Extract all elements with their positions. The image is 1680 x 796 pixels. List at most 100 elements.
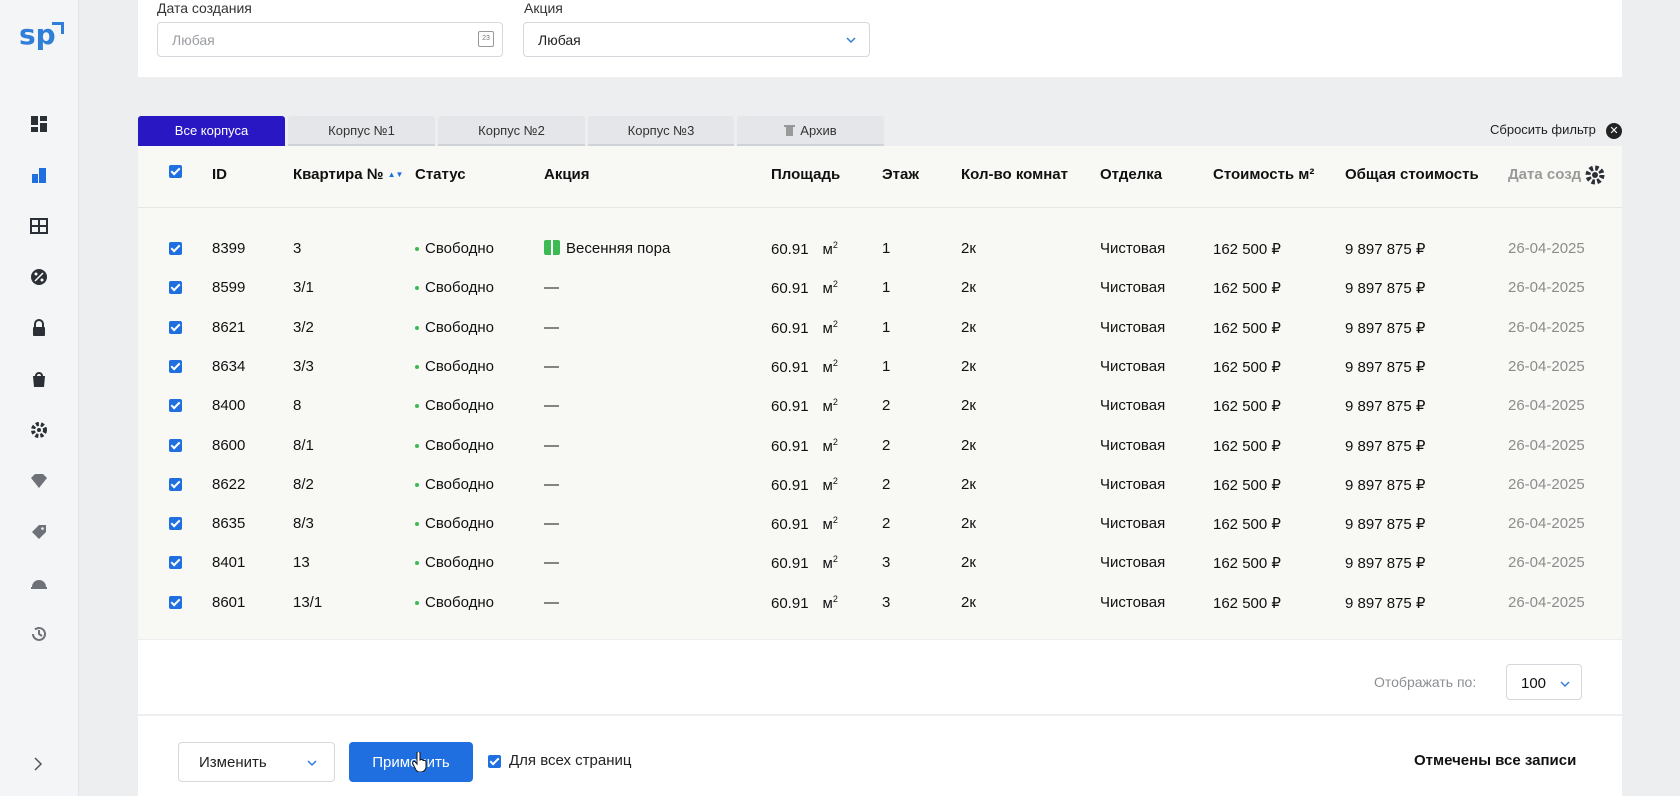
- cell-floor: 3: [882, 554, 891, 572]
- tag-icon[interactable]: [27, 520, 51, 544]
- per-page-value: 100: [1521, 675, 1547, 692]
- tab-building-1[interactable]: Корпус №1: [288, 116, 435, 146]
- row-checkbox[interactable]: [169, 556, 182, 570]
- calendar-icon[interactable]: 23: [478, 31, 494, 47]
- cell-finish: Чистовая: [1100, 593, 1166, 611]
- diamond-icon[interactable]: [27, 469, 51, 493]
- cell-area: 60.91 м2: [771, 594, 838, 612]
- table-row[interactable]: 8401 13 Свободно — 60.91 м2 3 2к Чистовая 162 500…: [138, 544, 1622, 583]
- col-area[interactable]: Площадь: [771, 166, 840, 183]
- col-rooms[interactable]: Кол-во комнат: [961, 166, 1068, 183]
- cell-rooms: 2к: [961, 475, 976, 493]
- tab-archive[interactable]: Архив: [737, 116, 884, 146]
- cell-total: 9 897 875 ₽: [1345, 516, 1426, 534]
- col-apartment-label: Квартира №: [293, 166, 384, 183]
- area-unit-text: м: [822, 398, 833, 416]
- col-price-m2[interactable]: Стоимость м²: [1213, 166, 1314, 183]
- created-date-value: Любая: [172, 31, 215, 48]
- cell-rooms: 2к: [961, 397, 976, 415]
- col-promo[interactable]: Акция: [544, 166, 590, 183]
- table-row[interactable]: 8599 3/1 Свободно — 60.91 м2 1 2к Чистовая 162 50…: [138, 269, 1622, 308]
- row-checkbox[interactable]: [169, 359, 182, 373]
- row-checkbox[interactable]: [169, 517, 182, 531]
- per-page-label: Отображать по:: [1374, 674, 1477, 690]
- col-status[interactable]: Статус: [415, 166, 466, 183]
- tab-building-3[interactable]: Корпус №3: [588, 116, 734, 146]
- filters-panel: Дата создания Любая 23 Акция Любая: [138, 0, 1622, 77]
- cell-apt: 3/2: [293, 318, 314, 336]
- dashboard-icon[interactable]: [27, 112, 51, 136]
- cell-rooms: 2к: [961, 240, 976, 257]
- promo-label: Акция: [524, 0, 563, 16]
- tab-all-buildings[interactable]: Все корпуса: [138, 116, 285, 146]
- col-apartment[interactable]: Квартира № ▲▼: [293, 166, 403, 183]
- tab-building-2[interactable]: Корпус №2: [438, 116, 585, 146]
- floor-plan-icon[interactable]: [27, 214, 51, 238]
- history-icon[interactable]: [27, 622, 51, 646]
- logo[interactable]: sp: [19, 18, 64, 51]
- gift-icon: [544, 240, 560, 255]
- cell-total: 9 897 875 ₽: [1345, 398, 1426, 416]
- bag-icon[interactable]: [27, 367, 51, 391]
- col-finish[interactable]: Отделка: [1100, 166, 1162, 183]
- cell-date: 26-04-2025: [1508, 554, 1585, 572]
- col-id[interactable]: ID: [212, 166, 227, 183]
- bulk-change-select[interactable]: Изменить: [178, 742, 335, 782]
- col-floor[interactable]: Этаж: [882, 166, 919, 183]
- table-row[interactable]: 8621 3/2 Свободно — 60.91 м2 1 2к Чистовая 162 50…: [138, 309, 1622, 348]
- per-page-select[interactable]: 100: [1506, 664, 1582, 700]
- status-text: Свободно: [425, 554, 494, 572]
- cell-total: 9 897 875 ₽: [1345, 594, 1426, 612]
- cell-date: 26-04-2025: [1508, 357, 1585, 375]
- close-icon[interactable]: ✕: [1606, 123, 1622, 139]
- created-date-field[interactable]: Любая 23: [157, 22, 503, 57]
- table-row[interactable]: 8400 8 Свободно —60.91 м2 2 2к Чистовая 162 500 …: [138, 387, 1622, 426]
- row-checkbox[interactable]: [169, 242, 182, 255]
- cell-promo: —: [544, 593, 559, 611]
- cell-date: 26-04-2025: [1508, 240, 1585, 257]
- row-checkbox[interactable]: [169, 281, 182, 295]
- row-checkbox[interactable]: [169, 320, 182, 334]
- table-row[interactable]: 8635 8/3 Свободно —60.91 м2 2 2к Чистовая 162 50…: [138, 505, 1622, 544]
- gear-icon[interactable]: [1584, 164, 1606, 186]
- cell-area: 60.91 м2: [771, 358, 838, 376]
- col-date[interactable]: Дата созд: [1508, 166, 1581, 183]
- helmet-icon[interactable]: [27, 571, 51, 595]
- cell-status: Свободно: [415, 240, 494, 257]
- area-value: 60.91: [771, 241, 809, 258]
- area-unit-text: м: [822, 241, 833, 258]
- table-row[interactable]: 8600 8/1 Свободно —60.91 м2 2 2к Чистовая 162 50…: [138, 427, 1622, 466]
- status-text: Свободно: [425, 318, 494, 336]
- row-checkbox[interactable]: [169, 399, 182, 413]
- row-checkbox[interactable]: [169, 438, 182, 452]
- table-row[interactable]: 8622 8/2 Свободно —60.91 м2 2 2к Чистовая 162 50…: [138, 466, 1622, 505]
- table-row[interactable]: 8601 13/1 Свободно — 60.91 м2 3 2к Чистовая 162 5…: [138, 584, 1622, 623]
- all-pages-checkbox[interactable]: [488, 755, 501, 768]
- settings-gears-icon[interactable]: [27, 418, 51, 442]
- select-all-checkbox[interactable]: [169, 165, 182, 178]
- row-checkbox[interactable]: [169, 477, 182, 491]
- sort-icon[interactable]: ▲▼: [388, 170, 404, 179]
- area-value: 60.91: [771, 516, 809, 534]
- cell-status: Свободно: [415, 437, 494, 454]
- lock-icon[interactable]: [27, 316, 51, 340]
- buildings-icon[interactable]: [27, 163, 51, 187]
- table-row[interactable]: 8634 3/3 Свободно — 60.91 м2 1 2к Чистовая 162 50…: [138, 348, 1622, 387]
- expand-sidebar-icon[interactable]: [30, 756, 46, 772]
- area-unit-text: м: [822, 437, 833, 455]
- row-checkbox[interactable]: [169, 595, 182, 609]
- reset-filter-link[interactable]: Сбросить фильтр: [1490, 122, 1596, 137]
- apply-button[interactable]: Применить: [349, 742, 473, 782]
- table-row[interactable]: 8399 3 Свободно Весенняя пора 60.91 м2 1 2к Чист…: [138, 230, 1622, 269]
- all-pages-label[interactable]: Для всех страниц: [509, 752, 632, 769]
- promo-select[interactable]: Любая: [523, 22, 870, 57]
- cell-status: Свободно: [415, 358, 494, 375]
- cell-id: 8600: [212, 436, 246, 454]
- cell-price-m2: 162 500 ₽: [1213, 555, 1281, 573]
- cell-status: Свободно: [415, 594, 494, 611]
- discount-icon[interactable]: [27, 265, 51, 289]
- cell-rooms: 2к: [961, 318, 976, 336]
- col-total[interactable]: Общая стоимость: [1345, 166, 1479, 183]
- cell-total: 9 897 875 ₽: [1345, 241, 1426, 258]
- cell-area: 60.91 м2: [771, 240, 838, 258]
